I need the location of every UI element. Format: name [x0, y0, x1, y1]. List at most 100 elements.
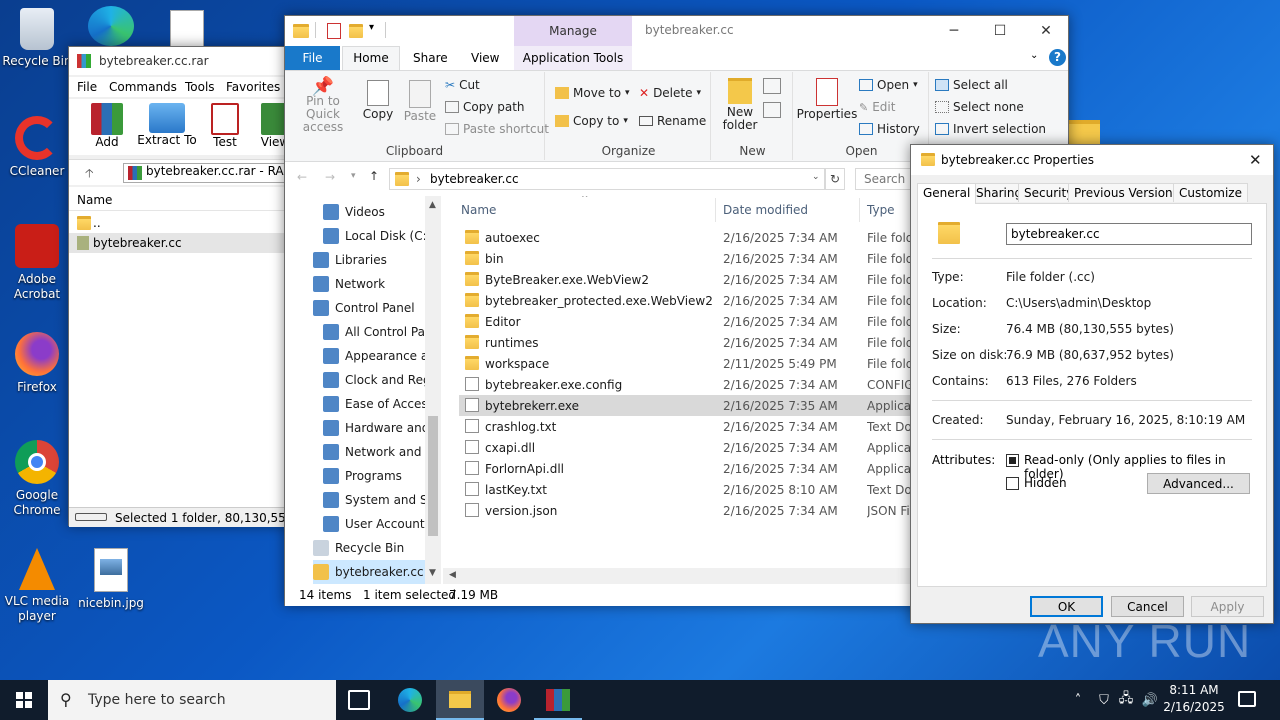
desktop-icon-vlc[interactable]: VLC media player [0, 548, 74, 624]
taskbar-search-box[interactable]: ⚲ Type here to search [48, 680, 336, 720]
nav-item[interactable]: Programs [323, 464, 463, 488]
table-row[interactable]: bytebreaker.exe.config 2/16/2025 7:34 AM C… [459, 374, 919, 395]
close-icon[interactable]: ✕ [1249, 151, 1262, 169]
task-view-icon[interactable] [348, 690, 370, 710]
menu-file[interactable]: File [77, 80, 97, 94]
new-item-icon[interactable] [763, 78, 781, 94]
edge-desktop-icon[interactable] [88, 6, 134, 46]
desktop-icon-adobe-acrobat[interactable]: Adobe Acrobat [0, 224, 74, 302]
up-arrow-icon[interactable]: ↑ [369, 169, 379, 183]
edge-taskbar-icon[interactable] [398, 688, 422, 712]
table-row[interactable]: version.json 2/16/2025 7:34 AM JSON File [459, 500, 919, 521]
table-row[interactable]: lastKey.txt 2/16/2025 8:10 AM Text Doc [459, 479, 919, 500]
table-row[interactable]: runtimes 2/16/2025 7:34 AM File folde [459, 332, 919, 353]
image-desktop-icon[interactable] [170, 10, 204, 48]
chevron-down-icon[interactable]: ⌄ [812, 172, 820, 182]
nav-item[interactable]: Clock and Regi [323, 368, 463, 392]
list-item[interactable]: bytebreaker.cc [69, 233, 299, 253]
cancel-button[interactable]: Cancel [1111, 596, 1184, 617]
address-field[interactable]: › bytebreaker.cc ⌄ [389, 168, 825, 190]
nav-item[interactable]: Videos [323, 200, 463, 224]
add-button[interactable]: Add [85, 103, 129, 149]
chevron-up-icon[interactable]: ˄ [1068, 680, 1088, 720]
desktop-icon-recycle-bin[interactable]: Recycle Bin [0, 8, 74, 69]
nav-item[interactable]: Local Disk (C:) [323, 224, 463, 248]
manage-contextual-tab[interactable]: Manage [514, 16, 632, 46]
new-folder-button[interactable]: New folder [719, 78, 761, 132]
properties-quick-icon[interactable] [327, 23, 341, 39]
menu-commands[interactable]: Commands [109, 80, 177, 94]
notification-icon[interactable] [1238, 691, 1256, 707]
copy-path-button[interactable]: Copy path [445, 100, 525, 114]
test-button[interactable]: Test [205, 103, 245, 149]
column-header-name[interactable]: Name [461, 203, 496, 217]
minimize-button[interactable]: ─ [931, 16, 977, 46]
table-row[interactable]: crashlog.txt 2/16/2025 7:34 AM Text Doc [459, 416, 919, 437]
table-row[interactable]: bytebreaker_protected.exe.WebView2 2/16/2… [459, 290, 919, 311]
column-header-date[interactable]: Date modified [723, 203, 808, 217]
tab-share[interactable]: Share [413, 51, 448, 65]
delete-button[interactable]: ✕ Delete ▾ [639, 86, 701, 100]
nav-scrollbar[interactable]: ▲ ▼ [425, 196, 441, 584]
table-row[interactable]: workspace 2/11/2025 5:49 PM File folde [459, 353, 919, 374]
file-explorer-taskbar-button[interactable] [436, 680, 484, 720]
nav-item[interactable]: All Control Par [323, 320, 463, 344]
nav-scrollbar-thumb[interactable] [428, 416, 438, 536]
ok-button[interactable]: OK [1030, 596, 1103, 617]
firefox-taskbar-icon[interactable] [497, 688, 521, 712]
nav-item[interactable]: User Accounts [323, 512, 463, 536]
chevron-down-icon[interactable]: ▾ [351, 171, 356, 181]
close-button[interactable]: ✕ [1023, 16, 1069, 46]
select-none-button[interactable]: Select none [935, 100, 1024, 114]
back-arrow-icon[interactable]: ← [297, 170, 307, 184]
invert-selection-button[interactable]: Invert selection [935, 122, 1046, 136]
chevron-down-icon[interactable]: ▾ [369, 22, 374, 33]
cut-button[interactable]: ✂ Cut [445, 78, 480, 92]
table-row[interactable]: autoexec 2/16/2025 7:34 AM File folde [459, 227, 919, 248]
winrar-taskbar-button[interactable] [534, 680, 582, 720]
extract-to-button[interactable]: Extract To [137, 103, 197, 147]
copy-button[interactable]: Copy [361, 80, 395, 121]
table-row[interactable]: bin 2/16/2025 7:34 AM File folde [459, 248, 919, 269]
desktop-icon-nicebin[interactable]: nicebin.jpg [74, 548, 148, 611]
new-folder-quick-icon[interactable] [349, 24, 363, 38]
scroll-left-icon[interactable]: ◀ [449, 570, 456, 580]
menu-tools[interactable]: Tools [185, 80, 215, 94]
help-icon[interactable]: ? [1049, 49, 1066, 66]
hidden-checkbox[interactable] [1006, 477, 1019, 490]
column-header-name[interactable]: Name [69, 187, 299, 211]
nav-item[interactable]: System and Se [323, 488, 463, 512]
copy-to-button[interactable]: Copy to ▾ [555, 114, 628, 128]
winrar-path-field[interactable]: bytebreaker.cc.rar - RAR a [123, 163, 299, 183]
advanced-button[interactable]: Advanced... [1147, 473, 1250, 494]
tab-application-tools[interactable]: Application Tools [514, 46, 632, 70]
move-to-button[interactable]: Move to ▾ [555, 86, 630, 100]
nav-item[interactable]: Ease of Access [323, 392, 463, 416]
scroll-down-icon[interactable]: ▼ [429, 568, 436, 578]
open-button[interactable]: Open ▾ [859, 78, 918, 92]
tab-view[interactable]: View [471, 51, 499, 65]
rename-button[interactable]: Rename [639, 114, 706, 128]
start-button[interactable] [0, 680, 48, 720]
tab-file[interactable]: File [285, 46, 340, 70]
scroll-up-icon[interactable]: ▲ [429, 200, 436, 210]
tab-previous-versions[interactable]: Previous Versions [1068, 183, 1185, 202]
folder-desktop-icon[interactable] [1068, 120, 1100, 146]
desktop-icon-ccleaner[interactable]: CCleaner [0, 116, 74, 179]
nav-item[interactable]: bytebreaker.cc [313, 560, 437, 584]
properties-button[interactable]: Properties [797, 78, 857, 121]
refresh-button[interactable]: ↻ [825, 168, 845, 190]
paste-shortcut-button[interactable]: Paste shortcut [445, 122, 549, 136]
table-row[interactable]: bytebrekerr.exe 2/16/2025 7:35 AM Applicat… [459, 395, 929, 416]
apply-button[interactable]: Apply [1191, 596, 1264, 617]
edit-button[interactable]: ✎ Edit [859, 100, 895, 114]
column-header-type[interactable]: Type [867, 203, 895, 217]
table-row[interactable]: ForlornApi.dll 2/16/2025 7:34 AM Applicati [459, 458, 919, 479]
volume-icon[interactable]: 🔊 [1140, 680, 1160, 720]
clock[interactable]: 8:11 AM 2/16/2025 [1162, 682, 1226, 718]
desktop-icon-google-chrome[interactable]: Google Chrome [0, 440, 74, 518]
network-icon[interactable]: 🖧 [1116, 680, 1136, 720]
tab-home[interactable]: Home [342, 46, 400, 71]
list-item[interactable]: .. [69, 213, 299, 233]
table-row[interactable]: Editor 2/16/2025 7:34 AM File folde [459, 311, 919, 332]
